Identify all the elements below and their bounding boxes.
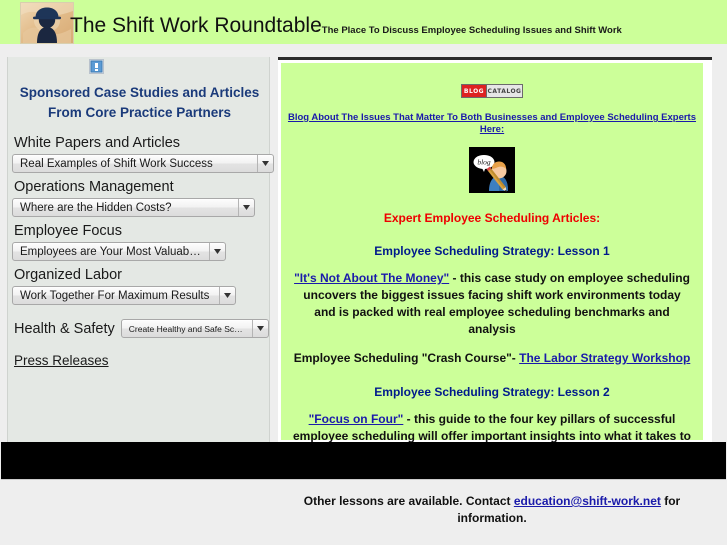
- select-employee-focus[interactable]: Employees are Your Most Valuable Asset: [12, 242, 226, 261]
- crash-course-prefix: Employee Scheduling "Crash Course"-: [293, 351, 520, 365]
- select-health-safety[interactable]: Create Healthy and Safe Schedules: [120, 319, 269, 338]
- select-value: Where are the Hidden Costs?: [20, 201, 172, 214]
- footer-bar: [1, 442, 726, 480]
- contact-prefix: Other lessons are available. Contact: [303, 494, 514, 508]
- sidebar-field-organized-labor: Organized Labor Work Together For Maximu…: [12, 267, 268, 305]
- chevron-down-icon: [238, 199, 254, 216]
- badge-catalog-label: CATALOG: [487, 85, 522, 97]
- select-white-papers[interactable]: Real Examples of Shift Work Success: [12, 154, 274, 173]
- field-label: Employee Focus: [14, 223, 122, 239]
- site-logo: [20, 2, 74, 44]
- articles-heading: Expert Employee Scheduling Articles:: [383, 211, 601, 225]
- blogcatalog-badge[interactable]: BLOG CATALOG: [461, 84, 523, 98]
- broken-image-icon: [89, 59, 104, 74]
- site-subtitle: - The Place To Discuss Employee Scheduli…: [316, 25, 622, 36]
- chevron-down-icon: [219, 287, 235, 304]
- select-organized-labor[interactable]: Work Together For Maximum Results: [12, 286, 236, 305]
- main-content-panel: BLOG CATALOG Blog About The Issues That …: [281, 63, 703, 525]
- blog-about-link[interactable]: Blog About The Issues That Matter To Bot…: [281, 112, 703, 136]
- lesson2-heading: Employee Scheduling Strategy: Lesson 2: [374, 385, 610, 399]
- select-value: Employees are Your Most Valuable Asset: [20, 245, 209, 258]
- chevron-down-icon: [209, 243, 225, 260]
- sponsored-sidebar: Sponsored Case Studies and Articles From…: [7, 57, 274, 445]
- hard-hat-worker-silhouette-icon: [21, 3, 73, 43]
- labor-strategy-workshop-link[interactable]: The Labor Strategy Workshop: [519, 351, 690, 365]
- lesson1-heading: Employee Scheduling Strategy: Lesson 1: [374, 244, 610, 258]
- sidebar-field-employee-focus: Employee Focus Employees are Your Most V…: [12, 223, 268, 261]
- contact-email-link[interactable]: education@shift-work.net: [514, 494, 661, 508]
- select-operations-management[interactable]: Where are the Hidden Costs?: [12, 198, 255, 217]
- field-label: Health & Safety: [14, 320, 115, 337]
- select-value: Real Examples of Shift Work Success: [20, 157, 213, 170]
- field-label: White Papers and Articles: [14, 135, 181, 151]
- select-value: Create Healthy and Safe Schedules: [128, 323, 252, 334]
- blog-person-pencil-icon[interactable]: blog: [469, 147, 515, 193]
- its-not-about-the-money-link[interactable]: "It's Not About The Money": [294, 271, 449, 285]
- sidebar-field-operations-management: Operations Management Where are the Hidd…: [12, 179, 268, 217]
- badge-blog-label: BLOG: [462, 85, 487, 97]
- page-body: Sponsored Case Studies and Articles From…: [0, 44, 727, 545]
- press-releases-link[interactable]: Press Releases: [14, 353, 109, 368]
- crash-course-paragraph: Employee Scheduling "Crash Course"- The …: [292, 350, 692, 367]
- chevron-down-icon: [257, 155, 273, 172]
- site-title: The Shift Work Roundtable: [70, 14, 322, 37]
- field-label: Operations Management: [14, 179, 174, 195]
- select-value: Work Together For Maximum Results: [20, 289, 210, 302]
- lesson1-paragraph: "It's Not About The Money" - this case s…: [292, 270, 692, 338]
- sidebar-field-white-papers: White Papers and Articles Real Examples …: [12, 135, 274, 173]
- focus-on-four-link[interactable]: "Focus on Four": [309, 412, 404, 426]
- svg-text:blog: blog: [477, 158, 491, 167]
- site-header: The Shift Work Roundtable - The Place To…: [0, 0, 727, 44]
- field-label: Organized Labor: [14, 267, 123, 283]
- main-content-container: BLOG CATALOG Blog About The Issues That …: [278, 57, 712, 525]
- sidebar-field-health-safety: Health & Safety Create Healthy and Safe …: [12, 319, 269, 338]
- chevron-down-icon: [251, 320, 268, 337]
- contact-paragraph: Other lessons are available. Contact edu…: [292, 493, 692, 527]
- sidebar-heading: Sponsored Case Studies and Articles From…: [19, 85, 260, 120]
